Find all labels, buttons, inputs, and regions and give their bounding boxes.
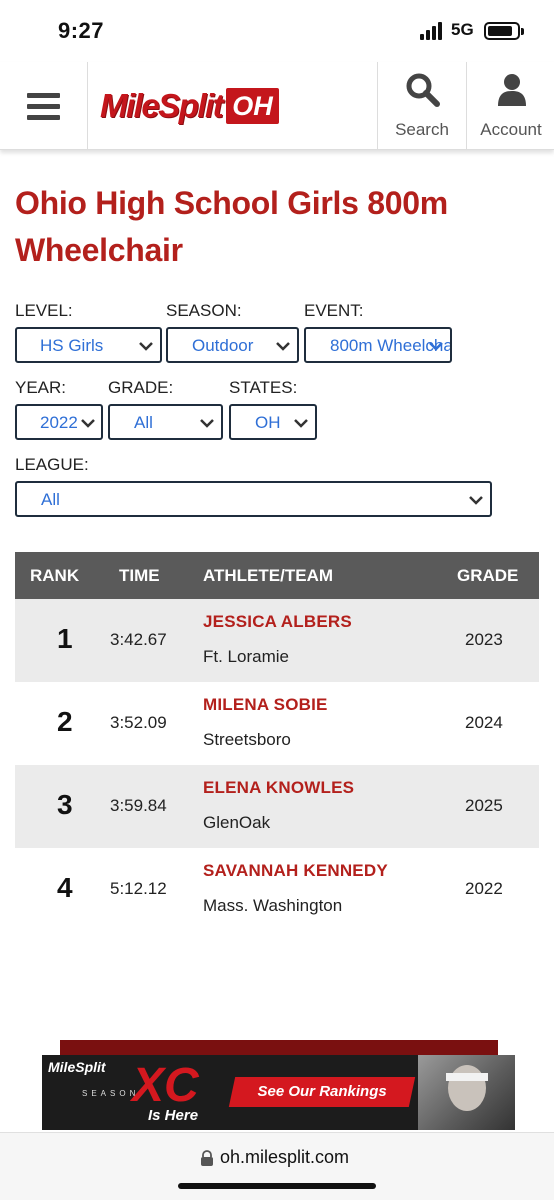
- battery-icon: [484, 22, 524, 40]
- lock-icon: [201, 1150, 213, 1166]
- table-row: 2 3:52.09 MILENA SOBIE Streetsboro 2024: [15, 682, 539, 765]
- states-value: OH: [255, 413, 281, 432]
- row-rank: 3: [57, 789, 73, 820]
- header-athlete-team: ATHLETE/TEAM: [203, 566, 334, 585]
- league-value: All: [41, 490, 60, 509]
- states-label: STATES:: [229, 378, 298, 397]
- status-bar: 9:27 5G: [0, 0, 554, 62]
- team-name: Ft. Loramie: [203, 647, 289, 666]
- ad-season: SEASON: [82, 1089, 140, 1098]
- site-header: MileSplit OH Search Account: [0, 62, 554, 150]
- level-label: LEVEL:: [15, 301, 73, 320]
- team-name: Mass. Washington: [203, 896, 343, 915]
- chevron-down-icon: [139, 342, 153, 351]
- milesplit-logo[interactable]: MileSplit OH: [100, 84, 279, 128]
- league-label: LEAGUE:: [15, 455, 89, 474]
- header-time: TIME: [119, 566, 160, 585]
- page-title: Ohio High School Girls 800m Wheelchair: [15, 185, 448, 268]
- chevron-down-icon: [294, 419, 308, 428]
- row-time: 3:42.67: [110, 630, 167, 649]
- search-button[interactable]: Search: [377, 62, 466, 150]
- status-time: 9:27: [58, 18, 105, 43]
- level-select[interactable]: HS Girls: [15, 327, 162, 363]
- account-button[interactable]: Account: [466, 62, 554, 150]
- header-rank: RANK: [30, 566, 80, 585]
- account-label: Account: [480, 120, 542, 139]
- runner-photo: [418, 1055, 515, 1130]
- row-rank: 1: [57, 623, 73, 654]
- see-rankings-button[interactable]: See Our Rankings: [228, 1077, 416, 1107]
- chevron-down-icon: [276, 342, 290, 351]
- chevron-down-icon: [200, 419, 214, 428]
- browser-url-bar[interactable]: oh.milesplit.com: [0, 1132, 554, 1200]
- season-value: Outdoor: [192, 336, 254, 355]
- year-value: 2022: [40, 413, 78, 432]
- states-select[interactable]: OH: [229, 404, 317, 440]
- chevron-down-icon: [469, 496, 483, 505]
- chevron-down-icon: [429, 342, 443, 351]
- cta-label: See Our Rankings: [257, 1083, 387, 1100]
- row-time: 3:52.09: [110, 713, 167, 732]
- ad-xc: XC: [132, 1059, 199, 1112]
- season-label: SEASON:: [166, 301, 242, 320]
- cellular-signal-icon: [420, 22, 446, 40]
- chevron-down-icon: [81, 419, 95, 428]
- grade-value: All: [134, 413, 153, 432]
- user-icon: [498, 74, 526, 106]
- row-time: 5:12.12: [110, 879, 167, 898]
- header-grade: GRADE: [457, 566, 519, 585]
- ad-brand: MileSplit: [48, 1059, 106, 1075]
- rankings-table: RANK TIME ATHLETE/TEAM GRADE 1 3:42.67 J…: [15, 552, 539, 931]
- row-grade: 2023: [465, 630, 503, 649]
- row-time: 3:59.84: [110, 796, 167, 815]
- year-label: YEAR:: [15, 378, 67, 397]
- athlete-link[interactable]: JESSICA ALBERS: [203, 612, 352, 632]
- league-select[interactable]: All: [15, 481, 492, 517]
- xc-season-ad-banner[interactable]: MileSplit SEASON XC Is Here See Our Rank…: [42, 1055, 515, 1130]
- row-rank: 2: [57, 706, 73, 737]
- search-label: Search: [395, 120, 449, 139]
- logo-text: MileSplit: [100, 87, 224, 124]
- athlete-link[interactable]: MILENA SOBIE: [203, 695, 328, 715]
- ad-is-here: Is Here: [148, 1107, 199, 1124]
- event-select[interactable]: 800m Wheelchair: [304, 327, 452, 363]
- network-type: 5G: [451, 20, 474, 39]
- logo-state-badge: OH: [226, 88, 279, 124]
- level-value: HS Girls: [40, 336, 104, 355]
- table-row: 1 3:42.67 JESSICA ALBERS Ft. Loramie 202…: [15, 599, 539, 682]
- home-indicator[interactable]: [178, 1183, 376, 1189]
- row-grade: 2025: [465, 796, 503, 815]
- athlete-link[interactable]: SAVANNAH KENNEDY: [203, 861, 388, 881]
- athlete-link[interactable]: ELENA KNOWLES: [203, 778, 354, 798]
- season-select[interactable]: Outdoor: [166, 327, 299, 363]
- hamburger-menu-icon[interactable]: [0, 62, 88, 150]
- year-select[interactable]: 2022: [15, 404, 103, 440]
- search-icon: [406, 73, 440, 107]
- table-header: RANK TIME ATHLETE/TEAM GRADE: [15, 552, 539, 599]
- row-grade: 2024: [465, 713, 503, 732]
- table-row: 4 5:12.12 SAVANNAH KENNEDY Mass. Washing…: [15, 848, 539, 931]
- grade-select[interactable]: All: [108, 404, 223, 440]
- team-name: Streetsboro: [203, 730, 291, 749]
- table-row: 3 3:59.84 ELENA KNOWLES GlenOak 2025: [15, 765, 539, 848]
- row-grade: 2022: [465, 879, 503, 898]
- row-rank: 4: [57, 872, 73, 903]
- grade-label: GRADE:: [108, 378, 174, 397]
- event-label: EVENT:: [304, 301, 364, 320]
- team-name: GlenOak: [203, 813, 271, 832]
- url-text: oh.milesplit.com: [220, 1147, 350, 1167]
